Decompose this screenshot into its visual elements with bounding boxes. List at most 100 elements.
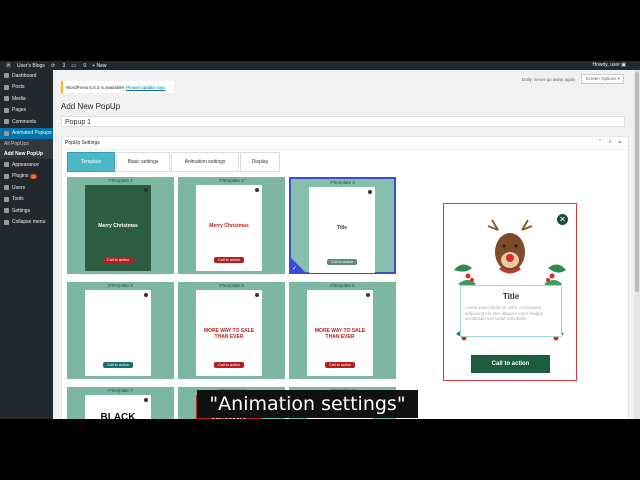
- sidebar-item-dashboard[interactable]: Dashboard: [0, 70, 53, 82]
- template-card[interactable]: #Template 4 Call to action: [67, 282, 174, 379]
- holly-decoration-right: [544, 264, 566, 287]
- sidebar-subitem-all-popups[interactable]: All PopUps: [0, 139, 53, 149]
- close-icon: [255, 293, 259, 297]
- template-heading: Merry Christmas: [98, 223, 138, 229]
- template-label: #Template 3: [330, 180, 355, 185]
- tab-display[interactable]: Display: [240, 152, 280, 172]
- panel-controls[interactable]: ^ v ▴: [599, 139, 624, 145]
- user-greeting[interactable]: Howdy, user ▣: [586, 62, 626, 68]
- sidebar-item-comments[interactable]: Comments: [0, 116, 53, 128]
- popup-preview: ✕ Title Lorem ipsum dolor sit amet, cons…: [443, 203, 577, 381]
- sidebar-item-label: Animated Popups: [12, 130, 52, 137]
- sidebar-item-appearance[interactable]: Appearance: [0, 159, 53, 171]
- update-now-link[interactable]: Please update now.: [126, 85, 165, 90]
- wordpress-logo-icon[interactable]: Ⓦ: [6, 62, 11, 69]
- sidebar-item-animated-popups[interactable]: Animated Popups: [0, 127, 53, 139]
- template-cta-button: Call to action: [103, 362, 133, 368]
- settings-tabs: Template Basic settings Animation settings…: [67, 152, 280, 172]
- template-heading: BLACK: [100, 412, 136, 420]
- sidebar-item-label: Users: [12, 184, 26, 191]
- sidebar-item-label: Plugins: [12, 173, 29, 180]
- admin-bar: Ⓦ User's Blogs ⟳ 3 ▭ 0 + New Howdy, user…: [0, 61, 640, 70]
- template-heading: Merry Christmas: [209, 223, 249, 229]
- template-label: #Template 2: [219, 178, 244, 183]
- pages-icon: [4, 107, 9, 113]
- panel-title: PopUp Settings: [65, 140, 100, 146]
- screen-options-button[interactable]: Screen Options ▾: [581, 74, 624, 84]
- video-caption: "Animation settings": [197, 390, 418, 418]
- popups-icon: [4, 130, 9, 136]
- close-icon: [255, 188, 259, 192]
- sidebar-item-label: Settings: [12, 207, 31, 214]
- template-card[interactable]: #Template 7 BLACK: [67, 387, 174, 419]
- tab-basic-settings[interactable]: Basic settings: [116, 152, 170, 172]
- template-thumbnail: Title Call to action: [309, 187, 375, 273]
- preview-title: Title: [502, 292, 520, 301]
- template-heading: MORE WAY TO SALE THAN EVER: [203, 328, 255, 340]
- close-icon: [144, 188, 148, 192]
- media-icon: [4, 96, 9, 102]
- template-thumbnail: Merry Christmas Call to action: [85, 185, 151, 271]
- template-card[interactable]: #Template 3 Title Call to action ✓: [289, 177, 396, 274]
- close-icon: [366, 293, 370, 297]
- template-label: #Template 1: [108, 178, 133, 183]
- sidebar-item-collapse-menu[interactable]: Collapse menu: [0, 217, 53, 229]
- sidebar-subitem-add-new-popup[interactable]: Add New PopUp: [0, 149, 53, 159]
- sidebar-item-posts[interactable]: Posts: [0, 82, 53, 94]
- template-card[interactable]: #Template 1 Merry Christmas Call to action: [67, 177, 174, 274]
- template-cta-button: Call to action: [327, 259, 357, 265]
- template-thumbnail: MORE WAY TO SALE THAN EVER Call to action: [307, 290, 373, 376]
- template-heading: MORE WAY TO SALE THAN EVER: [314, 328, 366, 340]
- comments-link[interactable]: ▭ 0: [71, 63, 86, 69]
- hello-dolly-text: Dolly, never go away again: [521, 76, 576, 82]
- check-icon: ✓: [292, 266, 298, 272]
- template-label: #Template 6: [330, 283, 355, 288]
- template-cta-button: Call to action: [325, 362, 355, 368]
- page-title: Add New PopUp: [61, 102, 121, 111]
- scrollbar-thumb[interactable]: [635, 72, 639, 292]
- close-icon: [144, 293, 148, 297]
- sidebar-item-settings[interactable]: Settings: [0, 205, 53, 217]
- top-line: Dolly, never go away again Screen Option…: [522, 74, 624, 84]
- site-name-link[interactable]: User's Blogs: [17, 63, 45, 69]
- sidebar-item-label: All PopUps: [4, 141, 29, 147]
- appearance-icon: [4, 162, 9, 168]
- tab-animation-settings[interactable]: Animation settings: [171, 152, 239, 172]
- update-count-badge: 2: [30, 173, 37, 179]
- template-label: #Template 7: [108, 388, 133, 393]
- sidebar-item-plugins[interactable]: Plugins 2: [0, 171, 53, 183]
- sidebar-item-label: Media: [12, 95, 26, 102]
- reindeer-illustration: [487, 219, 533, 274]
- popup-title-input[interactable]: Popup 1: [61, 116, 625, 127]
- new-content-link[interactable]: + New: [92, 63, 106, 69]
- template-thumbnail: MORE WAY TO SALE THAN EVER Call to action: [196, 290, 262, 376]
- tab-template[interactable]: Template: [67, 152, 115, 172]
- sidebar-item-label: Appearance: [12, 161, 39, 168]
- sidebar-item-label: Posts: [12, 84, 25, 91]
- page-scrollbar[interactable]: [634, 70, 640, 419]
- comments-icon: [4, 119, 9, 125]
- template-card[interactable]: #Template 5 MORE WAY TO SALE THAN EVER Cal…: [178, 282, 285, 379]
- template-cta-button: Call to action: [214, 257, 244, 263]
- tools-icon: [4, 196, 9, 202]
- close-icon: [144, 398, 148, 402]
- notice-text: WordPress 5.5.3 is available!: [66, 84, 125, 90]
- admin-sidebar: Dashboard Posts Media Pages Comments Animated…: [0, 70, 53, 419]
- users-icon: [4, 185, 9, 191]
- close-icon: [368, 190, 372, 194]
- template-card[interactable]: #Template 2 Merry Christmas Call to action: [178, 177, 285, 274]
- preview-cta-button[interactable]: Call to action: [471, 355, 550, 373]
- sidebar-item-label: Pages: [12, 107, 27, 114]
- template-card[interactable]: #Template 6 MORE WAY TO SALE THAN EVER Cal…: [289, 282, 396, 379]
- sidebar-item-pages[interactable]: Pages: [0, 105, 53, 117]
- posts-icon: [4, 84, 9, 90]
- sidebar-item-label: Comments: [12, 118, 37, 125]
- updates-link[interactable]: ⟳ 3: [51, 63, 65, 69]
- preview-content-frame: Title Lorem ipsum dolor sit amet, consec…: [460, 285, 562, 337]
- sidebar-item-media[interactable]: Media: [0, 93, 53, 105]
- sidebar-item-users[interactable]: Users: [0, 182, 53, 194]
- sidebar-item-tools[interactable]: Tools: [0, 194, 53, 206]
- template-thumbnail: Call to action: [85, 290, 151, 376]
- sidebar-item-label: Add New PopUp: [4, 151, 43, 157]
- collapse-icon: [4, 219, 9, 225]
